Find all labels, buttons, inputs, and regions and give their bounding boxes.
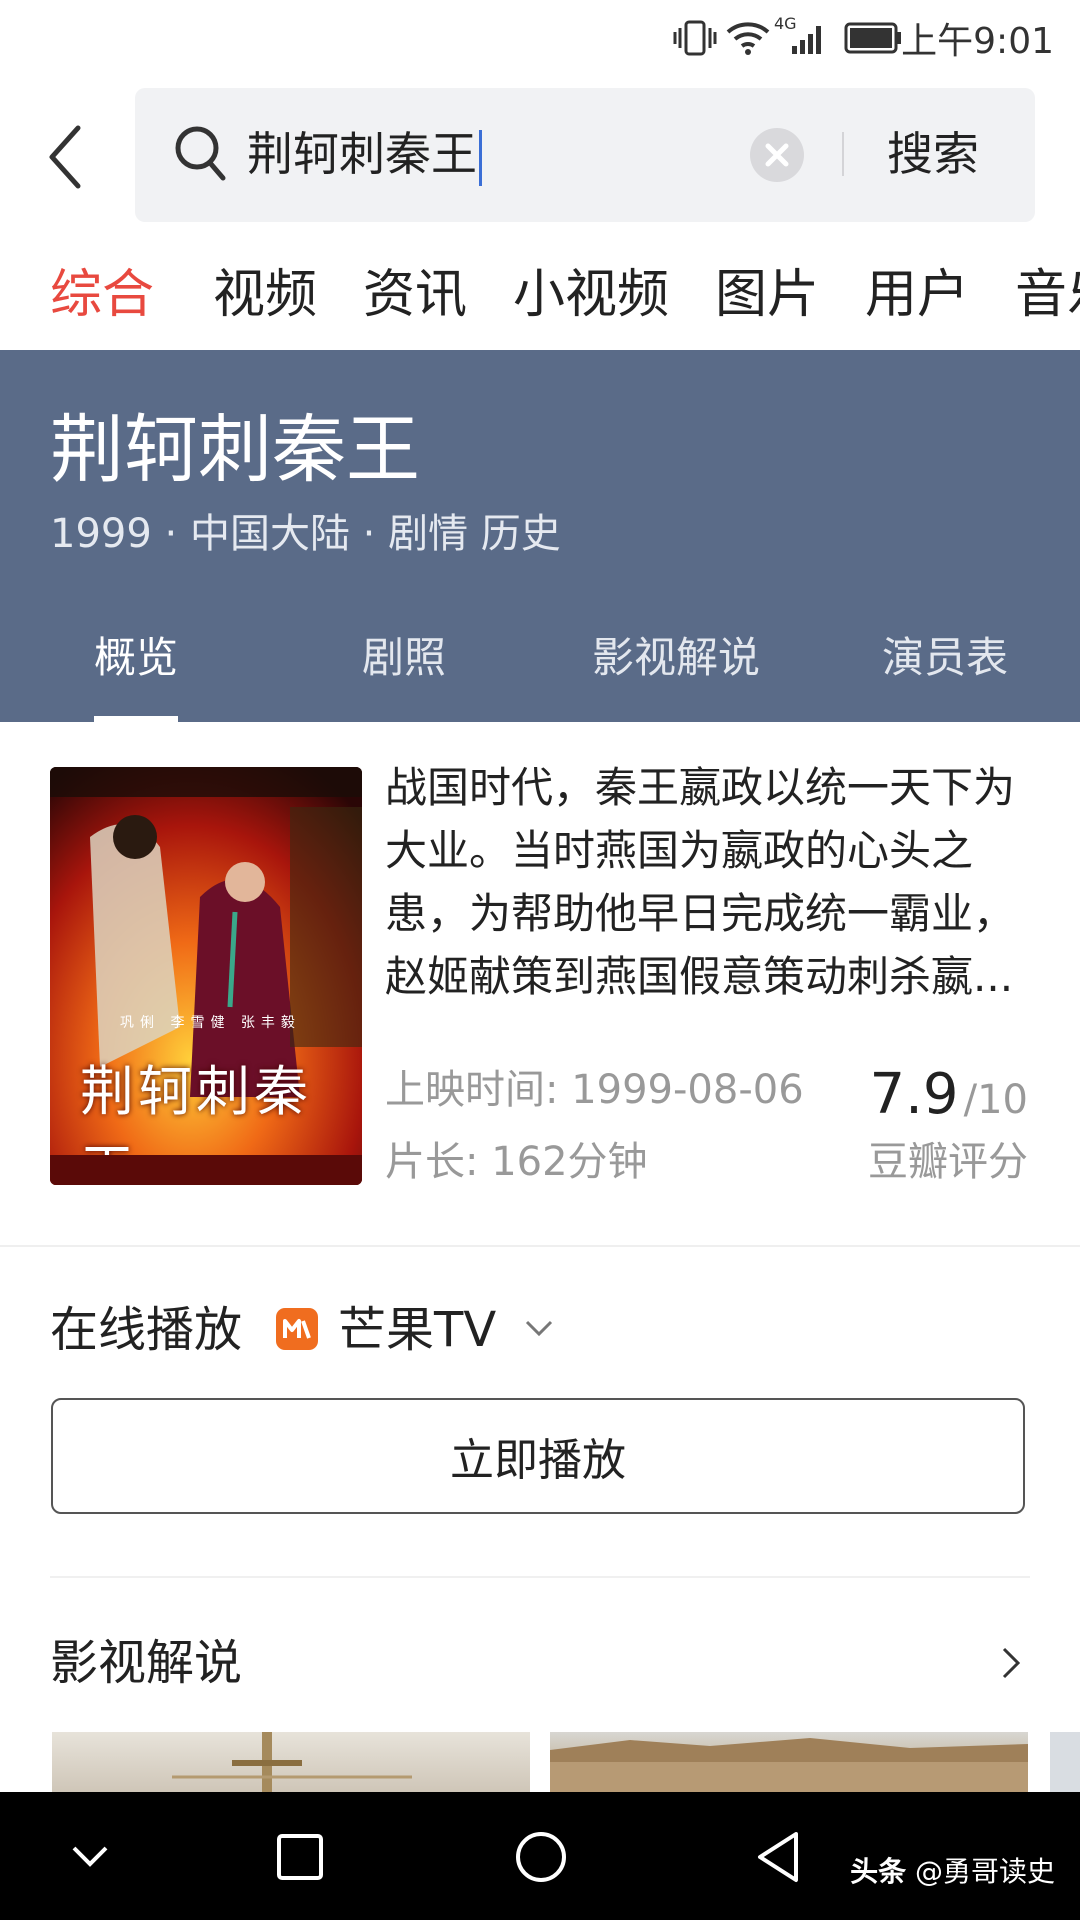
chevron-right-icon[interactable] <box>1000 1645 1022 1681</box>
poster-credits-band <box>50 1155 362 1185</box>
battery-icon <box>844 22 901 54</box>
tab-music[interactable]: 音乐 <box>1015 260 1080 330</box>
chevron-down-icon[interactable] <box>70 1842 110 1872</box>
active-tab-indicator <box>94 716 178 722</box>
tab-news[interactable]: 资讯 <box>363 260 467 330</box>
tab-video[interactable]: 视频 <box>213 260 317 330</box>
commentary-thumbnail[interactable] <box>550 1732 1028 1792</box>
recents-icon[interactable] <box>275 1832 325 1882</box>
clock: 上午9:01 <box>901 21 1054 62</box>
search-button[interactable]: 搜索 <box>887 124 979 184</box>
movie-meta: 1999 · 中国大陆 · 剧情 历史 <box>50 511 561 557</box>
watermark-author: @勇哥读史 <box>914 1855 1055 1888</box>
search-input[interactable]: 荆轲刺秦王 <box>247 124 482 186</box>
section-divider <box>0 1245 1080 1247</box>
release-date: 上映时间: 1999-08-06 <box>385 1067 804 1113</box>
online-play-label: 在线播放 <box>50 1302 243 1358</box>
tab-all[interactable]: 综合 <box>50 260 154 330</box>
platform-selector[interactable]: 芒果TV <box>338 1295 496 1365</box>
signal-icon <box>792 26 821 54</box>
home-icon[interactable] <box>514 1830 568 1884</box>
movie-poster[interactable]: 巩俐 李雪健 张丰毅 荆轲刺秦王 <box>50 767 362 1185</box>
wifi-icon <box>726 22 770 55</box>
search-bar[interactable]: 荆轲刺秦王 搜索 <box>135 88 1035 222</box>
back-icon[interactable] <box>40 122 100 192</box>
synopsis-line: 赵姬献策到燕国假意策动刺杀嬴... <box>385 952 1014 1001</box>
movie-title: 荆轲刺秦王 <box>50 407 420 493</box>
commentary-thumbnail[interactable] <box>1050 1732 1080 1792</box>
system-nav-bar: 头条 @勇哥读史 <box>0 1792 1080 1920</box>
tab-users[interactable]: 用户 <box>865 260 969 330</box>
douban-score: 7.9 /10 <box>869 1062 1028 1127</box>
status-bar: 4G 上午9:01 <box>0 0 1080 76</box>
divider <box>842 132 844 176</box>
synopsis-line: 大业。当时燕国为嬴政的心头之 <box>385 826 974 875</box>
category-tabs: 综合 视频 资讯 小视频 图片 用户 音乐 <box>0 250 1080 350</box>
tab-overview[interactable]: 概览 <box>94 628 178 688</box>
score-value: 7.9 <box>869 1062 959 1127</box>
duration: 片长: 162分钟 <box>385 1139 648 1185</box>
clear-search-button[interactable] <box>750 128 804 182</box>
score-label: 豆瓣评分 <box>868 1139 1028 1185</box>
commentary-thumbnail[interactable] <box>52 1732 530 1792</box>
section-divider <box>50 1576 1030 1578</box>
synopsis[interactable]: 战国时代，秦王嬴政以统一天下为 大业。当时燕国为嬴政的心头之 患，为帮助他早日完… <box>385 756 1035 1008</box>
tab-stills[interactable]: 剧照 <box>362 628 446 688</box>
tab-images[interactable]: 图片 <box>715 260 819 330</box>
search-query-text: 荆轲刺秦王 <box>247 127 477 181</box>
watermark-brand: 头条 <box>850 1855 907 1888</box>
watermark: 头条 @勇哥读史 <box>850 1850 1055 1890</box>
poster-cast: 巩俐 李雪健 张丰毅 <box>120 1015 301 1031</box>
commentary-section-title[interactable]: 影视解说 <box>50 1628 242 1698</box>
close-icon <box>765 143 789 167</box>
search-icon <box>175 126 226 181</box>
tab-commentary[interactable]: 影视解说 <box>592 628 760 688</box>
score-max: /10 <box>963 1077 1028 1123</box>
tab-cast[interactable]: 演员表 <box>882 628 1008 688</box>
vibrate-icon <box>673 20 717 56</box>
play-now-button[interactable]: 立即播放 <box>51 1398 1025 1514</box>
tab-short-video[interactable]: 小视频 <box>513 260 669 330</box>
synopsis-line: 患，为帮助他早日完成统一霸业， <box>385 889 1016 938</box>
chevron-down-icon[interactable] <box>524 1318 554 1338</box>
synopsis-line: 战国时代，秦王嬴政以统一天下为 <box>385 763 1016 812</box>
back-nav-icon[interactable] <box>754 1830 804 1884</box>
movie-header: 荆轲刺秦王 1999 · 中国大陆 · 剧情 历史 概览 剧照 影视解说 演员表 <box>0 350 1080 722</box>
mango-tv-icon <box>276 1308 318 1350</box>
text-caret <box>479 129 482 186</box>
